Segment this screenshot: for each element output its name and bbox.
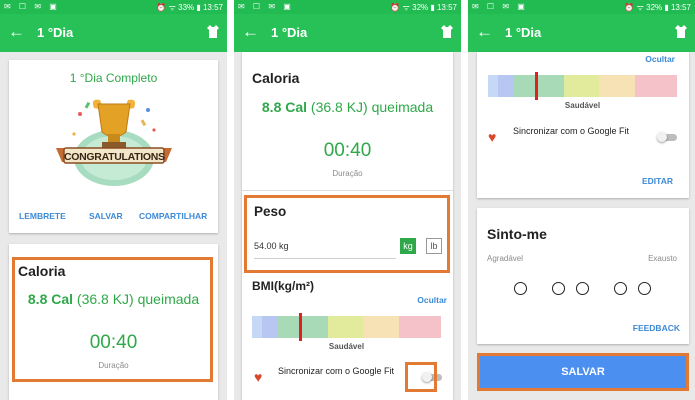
back-arrow-icon[interactable]: ← — [242, 22, 259, 42]
feeling-option-4[interactable] — [614, 282, 627, 295]
calorie-value-line: 8.8 Cal (36.8 KJ) queimada — [242, 99, 453, 115]
hide-bmi-button[interactable]: Ocultar — [645, 54, 675, 64]
feeling-option-3[interactable] — [576, 282, 589, 295]
bmi-card: Ocultar Saudável ♥ Sincronizar com o Goo… — [477, 52, 689, 198]
page-title: 1 °Dia — [37, 25, 74, 40]
toggle-highlight — [405, 362, 437, 392]
screen-complete: ✉ ☐ ✉ ▣ ⏰ ᯤ 33% ▮ 13:57 ← 1 °Dia 1 °Dia … — [0, 0, 227, 400]
bmi-marker — [535, 72, 539, 100]
complete-card: 1 °Dia Completo CONGRATULATIONS LEMBRETE… — [9, 60, 218, 233]
screen-feedback: ✉ ☐ ✉ ▣ ⏰ ᯤ 32% ▮ 13:57 ← 1 °Dia Ocultar… — [468, 0, 695, 400]
bmi-label: Saudável — [328, 342, 365, 351]
feeling-left-label: Agradável — [487, 254, 524, 263]
status-info: ⏰ ᯤ 32% ▮ 13:57 — [624, 3, 691, 12]
page-title: 1 °Dia — [271, 25, 308, 40]
notification-icons: ✉ ☐ ✉ ▣ — [238, 2, 294, 11]
page-title: 1 °Dia — [505, 25, 542, 40]
sync-label: Sincronizar com o Google Fit — [513, 126, 630, 136]
app-bar: ← 1 °Dia — [468, 14, 695, 52]
congratulations-banner: CONGRATULATIONS — [64, 151, 165, 163]
back-arrow-icon[interactable]: ← — [476, 22, 493, 42]
sync-label: Sincronizar com o Google Fit — [278, 366, 395, 376]
shirt-icon[interactable] — [441, 25, 453, 38]
status-info: ⏰ ᯤ 33% ▮ 13:57 — [156, 3, 223, 12]
heart-icon: ♥ — [488, 129, 497, 145]
status-info: ⏰ ᯤ 32% ▮ 13:57 — [390, 3, 457, 12]
hide-bmi-button[interactable]: Ocultar — [417, 295, 447, 305]
notification-icons: ✉ ☐ ✉ ▣ — [472, 2, 528, 11]
shirt-icon[interactable] — [675, 25, 687, 38]
duration-label: Duração — [332, 169, 363, 178]
bmi-title: BMI(kg/m²) — [252, 279, 314, 293]
reminder-button[interactable]: LEMBRETE — [19, 211, 66, 221]
feeling-option-1[interactable] — [514, 282, 527, 295]
weight-highlight — [244, 195, 450, 273]
feeling-card: Sinto-me Agradável Exausto FEEDBACK — [477, 208, 689, 344]
duration-time: 00:40 — [323, 140, 372, 161]
trophy-illustration — [56, 99, 172, 186]
feeling-option-5[interactable] — [638, 282, 651, 295]
feeling-title: Sinto-me — [487, 226, 547, 242]
screen-details: ✉ ☐ ✉ ▣ ⏰ ᯤ 32% ▮ 13:57 ← 1 °Dia Caloria… — [234, 0, 461, 400]
app-bar: ← 1 °Dia — [0, 14, 227, 52]
calorie-title: Caloria — [252, 70, 300, 86]
share-button[interactable]: COMPARTILHAR — [139, 211, 207, 221]
calorie-kj: (36.8 KJ) queimada — [310, 99, 434, 115]
complete-title: 1 °Dia Completo — [69, 71, 158, 85]
app-bar: ← 1 °Dia — [234, 14, 461, 52]
bmi-scale — [488, 75, 677, 97]
feeling-right-label: Exausto — [648, 254, 677, 263]
status-bar: ✉ ☐ ✉ ▣ ⏰ ᯤ 33% ▮ 13:57 — [0, 0, 227, 14]
bmi-label: Saudável — [564, 101, 601, 110]
edit-button[interactable]: EDITAR — [642, 176, 673, 186]
feedback-button[interactable]: FEEDBACK — [633, 323, 680, 333]
save-highlight — [477, 353, 689, 391]
save-button[interactable]: SALVAR — [89, 211, 123, 221]
shirt-icon[interactable] — [207, 25, 219, 38]
heart-icon: ♥ — [254, 369, 263, 385]
back-arrow-icon[interactable]: ← — [8, 22, 25, 42]
bmi-scale — [252, 316, 441, 338]
feeling-option-2[interactable] — [552, 282, 565, 295]
calorie-value: 8.8 Cal — [261, 99, 308, 115]
bmi-marker — [299, 313, 303, 341]
status-bar: ✉ ☐ ✉ ▣ ⏰ ᯤ 32% ▮ 13:57 — [234, 0, 461, 14]
notification-icons: ✉ ☐ ✉ ▣ — [4, 2, 60, 11]
status-bar: ✉ ☐ ✉ ▣ ⏰ ᯤ 32% ▮ 13:57 — [468, 0, 695, 14]
google-fit-toggle[interactable] — [657, 132, 679, 142]
divider — [242, 190, 453, 191]
calorie-highlight — [12, 257, 213, 382]
